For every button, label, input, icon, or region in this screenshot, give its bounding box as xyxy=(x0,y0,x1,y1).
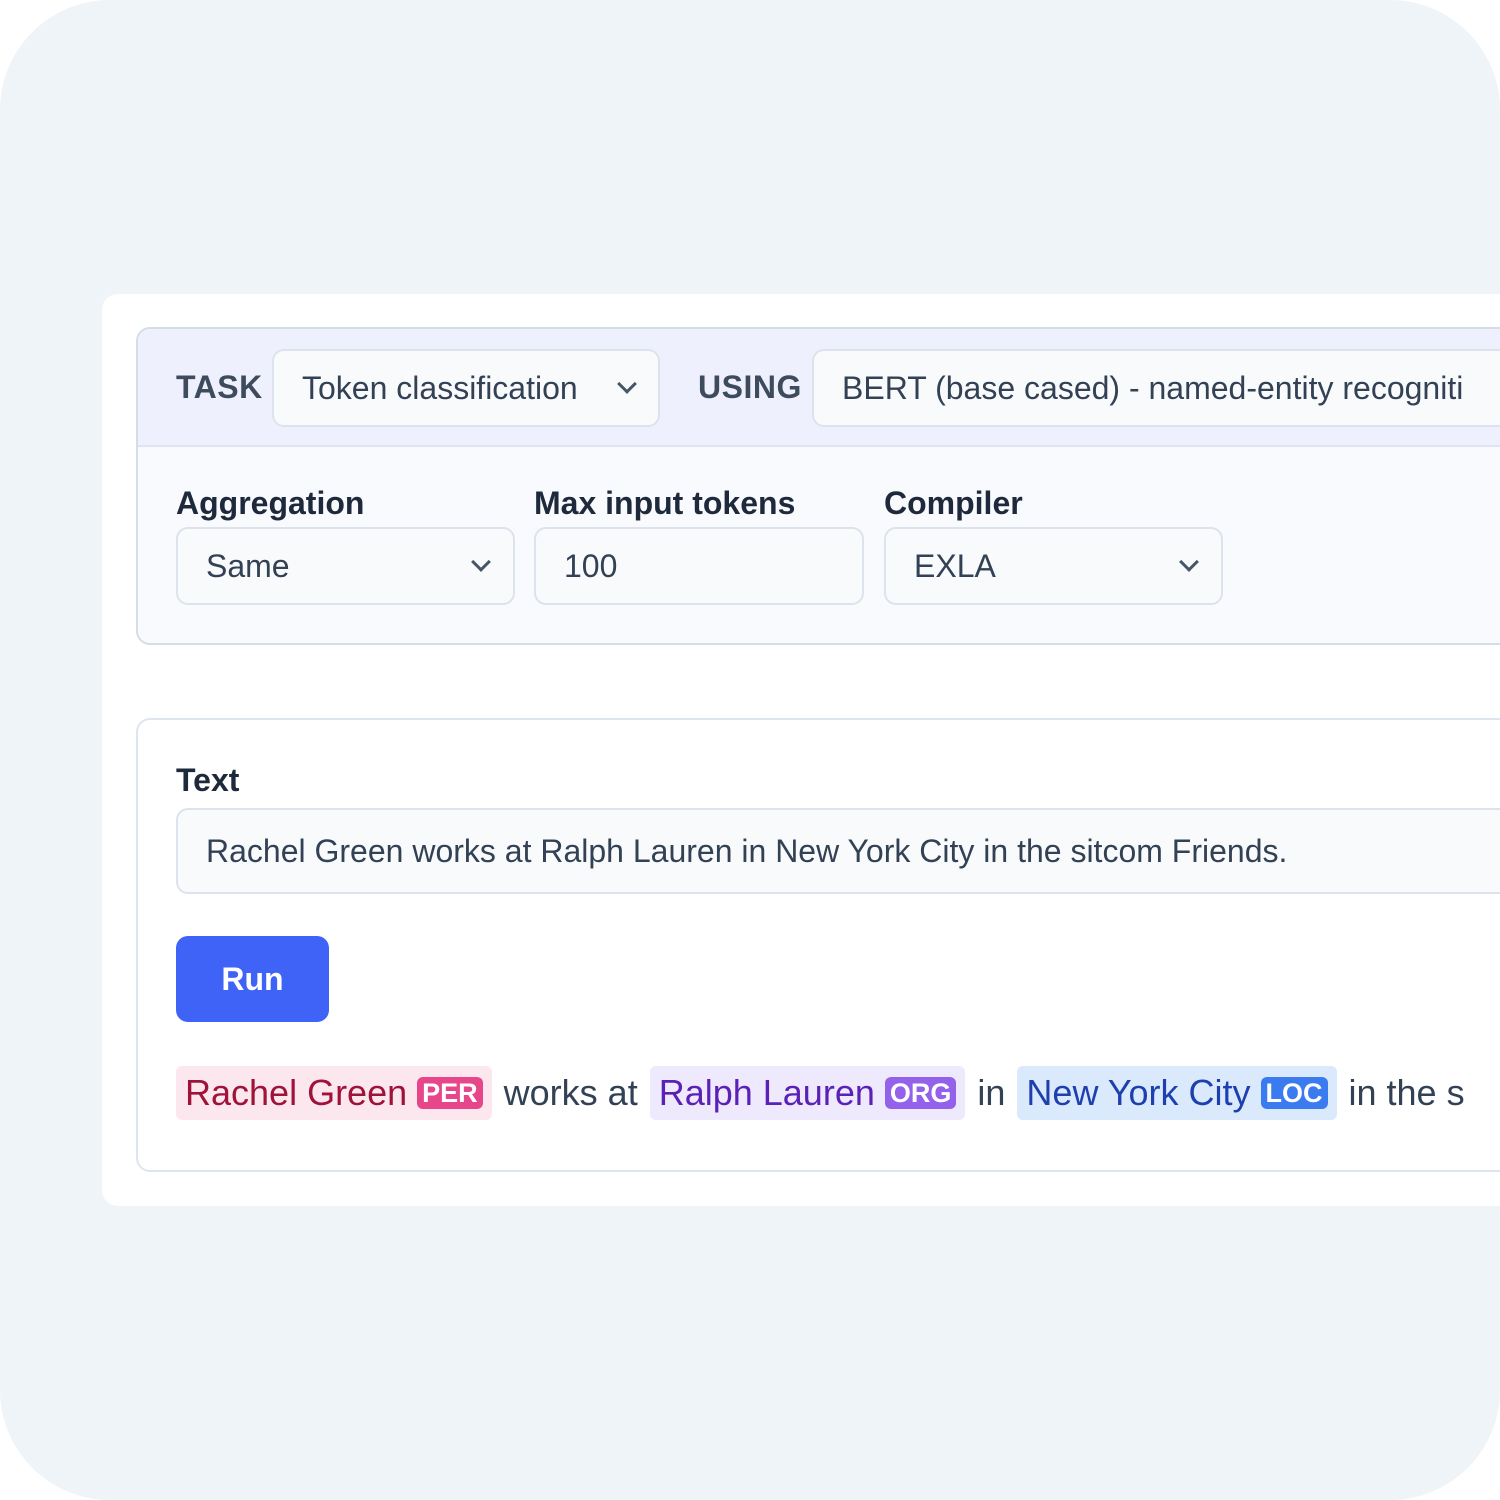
task-select-value: Token classification xyxy=(302,369,578,406)
entity-per: Rachel Green PER xyxy=(176,1066,492,1120)
model-select[interactable]: BERT (base cased) - named-entity recogni… xyxy=(812,349,1500,427)
max-input-tokens-value: 100 xyxy=(564,547,618,584)
entity-loc-text: New York City xyxy=(1026,1072,1251,1113)
entity-org: Ralph Lauren ORG xyxy=(649,1066,966,1120)
aggregation-select[interactable]: Same xyxy=(176,527,515,605)
aggregation-label: Aggregation xyxy=(176,485,365,521)
max-input-tokens-input[interactable]: 100 xyxy=(534,527,864,605)
ner-result: Rachel Green PER works at Ralph Lauren O… xyxy=(176,1066,1477,1120)
chevron-down-icon xyxy=(1179,552,1199,572)
entity-org-text: Ralph Lauren xyxy=(658,1072,875,1113)
max-input-tokens-label: Max input tokens xyxy=(534,485,796,521)
task-label: TASK xyxy=(176,369,263,405)
compiler-select[interactable]: EXLA xyxy=(884,527,1223,605)
model-select-value: BERT (base cased) - named-entity recogni… xyxy=(842,369,1464,406)
run-button[interactable]: Run xyxy=(176,936,329,1022)
chevron-down-icon xyxy=(617,374,637,394)
aggregation-select-value: Same xyxy=(206,547,290,584)
entity-loc-tag: LOC xyxy=(1260,1077,1328,1109)
text-panel: Text Rachel Green works at Ralph Lauren … xyxy=(136,718,1500,1172)
task-select[interactable]: Token classification xyxy=(272,349,660,427)
entity-per-tag: PER xyxy=(417,1077,483,1109)
smart-cell-card: TASK Token classification USING BERT (ba… xyxy=(102,294,1500,1206)
background-frame: TASK Token classification USING BERT (ba… xyxy=(0,0,1500,1500)
compiler-label: Compiler xyxy=(884,485,1023,521)
text-input[interactable]: Rachel Green works at Ralph Lauren in Ne… xyxy=(176,808,1500,894)
entity-loc: New York City LOC xyxy=(1017,1066,1337,1120)
result-text: in xyxy=(977,1072,1006,1113)
compiler-select-value: EXLA xyxy=(914,547,996,584)
result-text: in the s xyxy=(1348,1072,1465,1113)
using-label: USING xyxy=(698,369,802,405)
config-header: TASK Token classification USING BERT (ba… xyxy=(138,329,1500,447)
config-panel: TASK Token classification USING BERT (ba… xyxy=(136,327,1500,645)
text-label: Text xyxy=(176,762,240,798)
entity-per-text: Rachel Green xyxy=(185,1072,408,1113)
entity-org-tag: ORG xyxy=(884,1077,957,1109)
chevron-down-icon xyxy=(471,552,491,572)
text-input-value: Rachel Green works at Ralph Lauren in Ne… xyxy=(206,832,1288,869)
result-text: works at xyxy=(503,1072,638,1113)
